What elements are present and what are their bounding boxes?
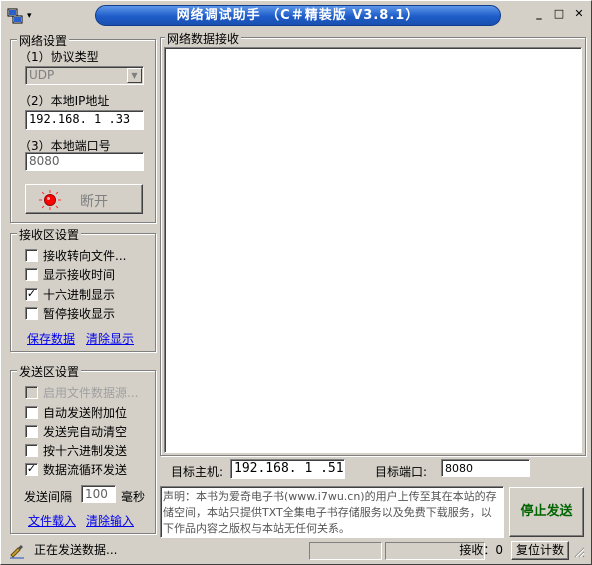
checkbox-label: 自动发送附加位 bbox=[43, 406, 128, 420]
reset-count-button[interactable]: 复位计数 bbox=[511, 541, 569, 560]
auto-clear-checkbox[interactable]: 发送完自动清空 bbox=[25, 423, 127, 440]
checkbox-box[interactable]: ✓ bbox=[25, 463, 38, 476]
group-label: 接收区设置 bbox=[17, 226, 82, 243]
pause-receive-checkbox[interactable]: 暂停接收显示 bbox=[25, 305, 115, 322]
resize-grip-icon[interactable] bbox=[573, 546, 585, 558]
close-button[interactable]: ✕ bbox=[570, 7, 588, 23]
network-app-icon bbox=[7, 8, 23, 24]
status-pane-empty bbox=[309, 542, 382, 560]
checkbox-box[interactable] bbox=[25, 268, 38, 281]
checkbox-box[interactable] bbox=[25, 425, 38, 438]
hex-display-checkbox[interactable]: ✓ 十六进制显示 bbox=[25, 286, 115, 303]
target-host-input[interactable]: 192.168. 1 .51 bbox=[230, 459, 345, 479]
checkbox-box[interactable]: ✓ bbox=[25, 288, 38, 301]
clear-input-link[interactable]: 清除输入 bbox=[86, 512, 134, 529]
checkbox-label: 数据流循环发送 bbox=[43, 463, 128, 477]
target-port-input[interactable]: 8080 bbox=[441, 459, 530, 477]
local-ip-input[interactable]: 192.168. 1 .33 bbox=[25, 110, 144, 130]
receive-to-file-checkbox[interactable]: 接收转向文件... bbox=[25, 247, 126, 264]
local-port-input[interactable]: 8080 bbox=[25, 152, 144, 171]
status-text: 正在发送数据... bbox=[34, 543, 118, 557]
hex-send-checkbox[interactable]: 按十六进制发送 bbox=[25, 442, 127, 459]
checkbox-label: 显示接收时间 bbox=[43, 268, 116, 282]
checkbox-box[interactable] bbox=[25, 307, 38, 320]
sending-status-icon bbox=[9, 543, 25, 562]
protocol-value: UDP bbox=[29, 68, 55, 82]
chevron-down-icon[interactable]: ▼ bbox=[127, 68, 142, 83]
checkbox-box[interactable] bbox=[25, 444, 38, 457]
target-port-label: 目标端口: bbox=[375, 465, 428, 479]
load-file-link[interactable]: 文件载入 bbox=[28, 512, 76, 529]
send-interval-input[interactable]: 100 bbox=[81, 485, 116, 503]
receive-count: 接收：0 bbox=[459, 543, 503, 557]
network-settings-group: 网络设置 （1）协议类型 UDP ▼ （2）本地IP地址 192.168. 1 … bbox=[10, 32, 156, 223]
checkbox-label: 启用文件数据源... bbox=[43, 386, 139, 400]
receive-settings-group: 接收区设置 接收转向文件... 显示接收时间 ✓ 十六进制显示 暂停接收显示 保… bbox=[10, 226, 156, 352]
checkbox-box[interactable] bbox=[25, 249, 38, 262]
checkbox-label: 发送完自动清空 bbox=[43, 425, 128, 439]
send-settings-group: 发送区设置 启用文件数据源... 自动发送附加位 发送完自动清空 按十六进制发送… bbox=[10, 363, 156, 534]
maximize-button[interactable]: □ bbox=[550, 7, 568, 23]
connect-toggle-button[interactable]: 断开 bbox=[25, 184, 143, 214]
checkbox-box[interactable] bbox=[25, 406, 38, 419]
auto-append-checkbox[interactable]: 自动发送附加位 bbox=[25, 404, 127, 421]
checkbox-label: 十六进制显示 bbox=[43, 288, 116, 302]
show-receive-time-checkbox[interactable]: 显示接收时间 bbox=[25, 266, 115, 283]
receive-data-group: 网络数据接收 bbox=[160, 30, 586, 456]
title-bar: ▾ 网络调试助手 （C＃精装版 V3.8.1） _ □ ✕ bbox=[1, 1, 591, 31]
send-interval-label: 发送间隔 bbox=[24, 490, 73, 504]
loop-send-checkbox[interactable]: ✓ 数据流循环发送 bbox=[25, 461, 127, 478]
target-host-label: 目标主机: bbox=[171, 465, 224, 479]
status-led-icon bbox=[39, 190, 61, 213]
group-label: 网络设置 bbox=[17, 32, 70, 49]
status-bar: 正在发送数据... 接收：0 复位计数 bbox=[5, 541, 589, 562]
system-menu[interactable]: ▾ bbox=[7, 6, 47, 26]
checkbox-label: 暂停接收显示 bbox=[43, 307, 116, 321]
group-label: 发送区设置 bbox=[17, 363, 82, 380]
stop-send-button[interactable]: 停止发送 bbox=[509, 487, 584, 537]
app-window: ▾ 网络调试助手 （C＃精装版 V3.8.1） _ □ ✕ 网络设置 （1）协议… bbox=[0, 0, 592, 565]
protocol-label: （1）协议类型 bbox=[19, 50, 99, 64]
checkbox-label: 按十六进制发送 bbox=[43, 444, 128, 458]
chevron-down-icon[interactable]: ▾ bbox=[27, 11, 32, 21]
protocol-select[interactable]: UDP ▼ bbox=[25, 66, 144, 85]
checkbox-box[interactable] bbox=[25, 386, 38, 399]
clear-display-link[interactable]: 清除显示 bbox=[86, 330, 134, 347]
minimize-button[interactable]: _ bbox=[530, 7, 548, 23]
interval-unit-label: 毫秒 bbox=[121, 490, 146, 504]
send-data-textarea[interactable]: 声明：本书为爱奇电子书(www.i7wu.cn)的用户上传至其在本站的存储空间，… bbox=[160, 486, 504, 538]
connect-button-label: 断开 bbox=[80, 194, 108, 210]
save-data-link[interactable]: 保存数据 bbox=[27, 330, 75, 347]
checkbox-label: 接收转向文件... bbox=[43, 249, 127, 263]
receive-data-textarea[interactable] bbox=[164, 47, 582, 453]
file-data-source-checkbox[interactable]: 启用文件数据源... bbox=[25, 384, 138, 401]
group-label: 网络数据接收 bbox=[165, 30, 242, 47]
window-title: 网络调试助手 （C＃精装版 V3.8.1） bbox=[95, 5, 501, 26]
ip-label: （2）本地IP地址 bbox=[19, 94, 110, 108]
